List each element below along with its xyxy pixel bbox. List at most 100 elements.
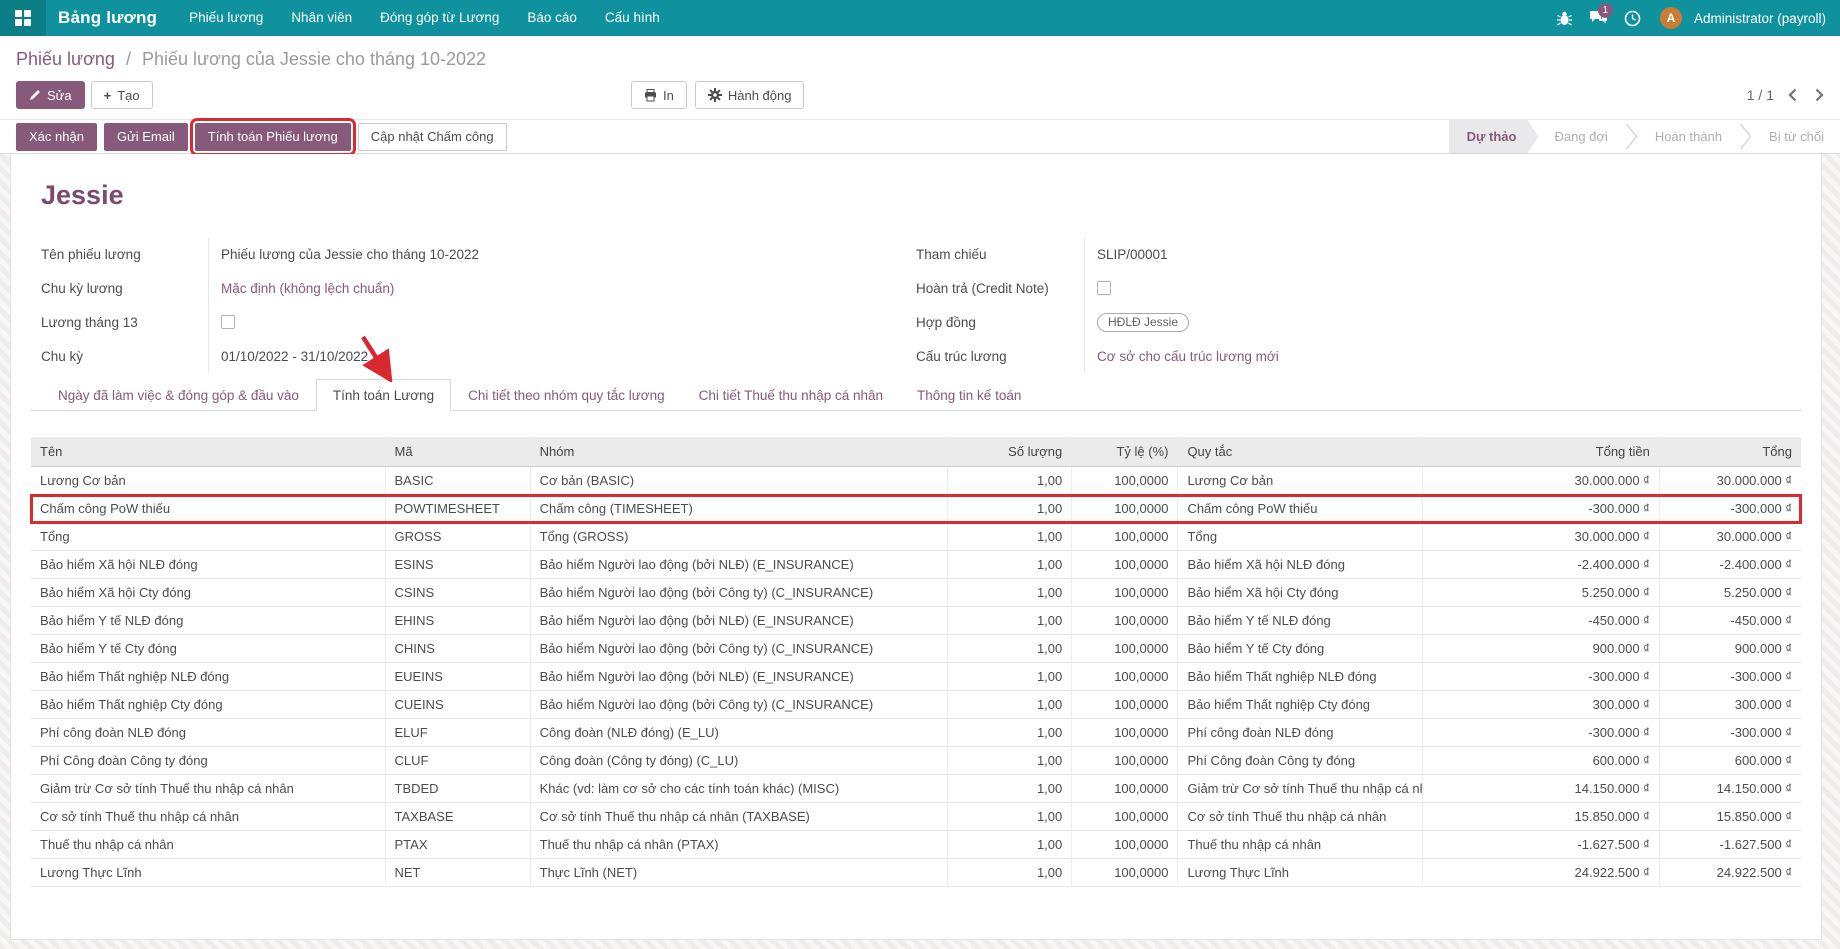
table-row[interactable]: Giảm trừ Cơ sở tính Thuế thu nhập cá nhâ…	[31, 775, 1801, 803]
gear-icon	[708, 88, 722, 102]
form-field-value	[1084, 271, 1801, 305]
field-checkbox[interactable]	[221, 315, 235, 329]
debug-bug-icon[interactable]	[1550, 0, 1580, 36]
table-cell: Bảo hiểm Thất nghiệp Cty đóng	[1178, 691, 1422, 719]
table-cell: POWTIMESHEET	[385, 495, 530, 523]
statusbar-button[interactable]: Cập nhật Chấm công	[358, 123, 507, 151]
form-field-label: Chu kỳ lương	[41, 271, 208, 305]
record-title: Jessie	[41, 180, 1801, 211]
table-cell: -1.627.500 ₫	[1422, 831, 1659, 859]
pager-counter[interactable]: 1 / 1	[1747, 87, 1774, 103]
breadcrumb-current: Phiếu lương của Jessie cho tháng 10-2022	[142, 49, 486, 69]
statusbar-state[interactable]: Đang đợi	[1538, 120, 1623, 153]
table-row[interactable]: Phí Công đoàn Công ty đóngCLUFCông đoàn …	[31, 747, 1801, 775]
table-header-cell[interactable]: Tỷ lệ (%)	[1072, 437, 1178, 467]
table-cell: Tổng	[1178, 523, 1422, 551]
tab[interactable]: Tính toán Lương	[316, 379, 451, 411]
navbar-menu-item[interactable]: Đóng góp từ Lương	[366, 0, 513, 36]
table-cell: -450.000 ₫	[1422, 607, 1659, 635]
table-cell: 900.000 ₫	[1659, 635, 1801, 663]
table-cell: 1,00	[948, 523, 1072, 551]
print-button[interactable]: In	[631, 81, 687, 109]
navbar-menu-item[interactable]: Nhân viên	[277, 0, 366, 36]
statusbar-state[interactable]: Hoàn thành	[1639, 120, 1738, 153]
table-row[interactable]: Lương Thực LĩnhNETThực Lĩnh (NET)1,00100…	[31, 859, 1801, 887]
field-link[interactable]: Cơ sở cho cấu trúc lương mới	[1097, 349, 1279, 364]
table-row[interactable]: Bảo hiểm Y tế NLĐ đóngEHINSBảo hiểm Ngườ…	[31, 607, 1801, 635]
table-cell: Phí Công đoàn Công ty đóng	[31, 747, 385, 775]
table-header-cell[interactable]: Mã	[385, 437, 530, 467]
table-header-cell[interactable]: Số lượng	[948, 437, 1072, 467]
edit-button[interactable]: Sửa	[16, 81, 85, 109]
table-cell: 100,0000	[1072, 859, 1178, 887]
table-cell: 300.000 ₫	[1422, 691, 1659, 719]
table-row[interactable]: Bảo hiểm Xã hội Cty đóngCSINSBảo hiểm Ng…	[31, 579, 1801, 607]
table-row[interactable]: Bảo hiểm Xã hội NLĐ đóngESINSBảo hiểm Ng…	[31, 551, 1801, 579]
plus-icon: +	[104, 88, 112, 103]
table-row[interactable]: TổngGROSSTổng (GROSS)1,00100,0000Tổng30.…	[31, 523, 1801, 551]
pencil-icon	[29, 89, 41, 101]
app-brand[interactable]: Bảng lương	[46, 8, 175, 28]
table-row[interactable]: Lương Cơ bảnBASICCơ bản (BASIC)1,00100,0…	[31, 467, 1801, 495]
chevron-right-icon[interactable]	[1815, 88, 1824, 102]
table-cell: 14.150.000 ₫	[1659, 775, 1801, 803]
table-cell: NET	[385, 859, 530, 887]
table-cell: Thực Lĩnh (NET)	[530, 859, 948, 887]
activities-button[interactable]	[1618, 0, 1648, 36]
apps-menu-button[interactable]	[0, 0, 46, 36]
action-button[interactable]: Hành động	[695, 81, 805, 109]
breadcrumb-parent-link[interactable]: Phiếu lương	[16, 49, 115, 69]
field-text-value: 01/10/2022 - 31/10/2022	[221, 349, 368, 364]
user-menu[interactable]: Administrator (payroll)	[1686, 11, 1826, 26]
form-sheet: Jessie Tên phiếu lươngPhiếu lương của Je…	[10, 154, 1822, 940]
table-row[interactable]: Phí công đoàn NLĐ đóngELUFCông đoàn (NLĐ…	[31, 719, 1801, 747]
field-link[interactable]: Mặc định (không lệch chuẩn)	[221, 281, 394, 296]
field-badge[interactable]: HĐLĐ Jessie	[1097, 313, 1189, 332]
table-cell: 300.000 ₫	[1659, 691, 1801, 719]
create-button[interactable]: + Tạo	[91, 81, 153, 109]
navbar-menu-item[interactable]: Báo cáo	[513, 0, 591, 36]
field-checkbox[interactable]	[1097, 281, 1111, 295]
table-row[interactable]: Bảo hiểm Thất nghiệp Cty đóngCUEINSBảo h…	[31, 691, 1801, 719]
statusbar-button[interactable]: Gửi Email	[104, 123, 188, 151]
table-cell: 1,00	[948, 803, 1072, 831]
navbar-menu-item[interactable]: Phiếu lương	[175, 0, 277, 36]
statusbar-button[interactable]: Xác nhận	[16, 123, 97, 151]
table-cell: 100,0000	[1072, 495, 1178, 523]
table-row[interactable]: Thuế thu nhập cá nhânPTAXThuế thu nhập c…	[31, 831, 1801, 859]
table-row[interactable]: Chấm công PoW thiếuPOWTIMESHEETChấm công…	[31, 495, 1801, 523]
table-cell: Bảo hiểm Người lao động (bởi NLĐ) (E_INS…	[530, 551, 948, 579]
table-header-cell[interactable]: Quy tắc	[1178, 437, 1422, 467]
table-cell: CUEINS	[385, 691, 530, 719]
table-cell: Lương Cơ bản	[31, 467, 385, 495]
table-row[interactable]: Cơ sở tính Thuế thu nhập cá nhânTAXBASEC…	[31, 803, 1801, 831]
form-field-label: Hợp đồng	[916, 305, 1084, 339]
chevron-left-icon[interactable]	[1788, 88, 1797, 102]
table-header-cell[interactable]: Tên	[31, 437, 385, 467]
tab[interactable]: Chi tiết Thuế thu nhập cá nhân	[682, 379, 900, 411]
tab[interactable]: Ngày đã làm việc & đóng góp & đầu vào	[41, 379, 316, 411]
table-cell: 100,0000	[1072, 747, 1178, 775]
navbar-menu-item[interactable]: Cấu hình	[591, 0, 674, 36]
form-group-right: Tham chiếuSLIP/00001Hoàn trả (Credit Not…	[916, 237, 1801, 373]
table-header-cell[interactable]: Tổng tiền	[1422, 437, 1659, 467]
table-cell: 1,00	[948, 551, 1072, 579]
table-cell: Khác (vd: làm cơ sở cho các tính toán kh…	[530, 775, 948, 803]
table-header-cell[interactable]: Nhóm	[530, 437, 948, 467]
table-row[interactable]: Bảo hiểm Y tế Cty đóngCHINSBảo hiểm Ngườ…	[31, 635, 1801, 663]
statusbar-button[interactable]: Tính toán Phiếu lương	[195, 123, 351, 151]
table-row[interactable]: Bảo hiểm Thất nghiệp NLĐ đóngEUEINSBảo h…	[31, 663, 1801, 691]
table-cell: Phí công đoàn NLĐ đóng	[31, 719, 385, 747]
form-field-label: Tên phiếu lương	[41, 237, 208, 271]
table-cell: -300.000 ₫	[1659, 719, 1801, 747]
statusbar-state[interactable]: Bị từ chối	[1753, 120, 1840, 153]
tab[interactable]: Thông tin kế toán	[900, 379, 1038, 411]
table-cell: 1,00	[948, 775, 1072, 803]
table-cell: Chấm công PoW thiếu	[31, 495, 385, 523]
table-cell: Phí công đoàn NLĐ đóng	[1178, 719, 1422, 747]
tab[interactable]: Chi tiết theo nhóm quy tắc lương	[451, 379, 682, 411]
table-header-cell[interactable]: Tổng	[1659, 437, 1801, 467]
statusbar-state[interactable]: Dự thảo	[1449, 120, 1539, 153]
messages-button[interactable]: 1	[1584, 0, 1614, 36]
user-avatar[interactable]: A	[1660, 7, 1682, 29]
